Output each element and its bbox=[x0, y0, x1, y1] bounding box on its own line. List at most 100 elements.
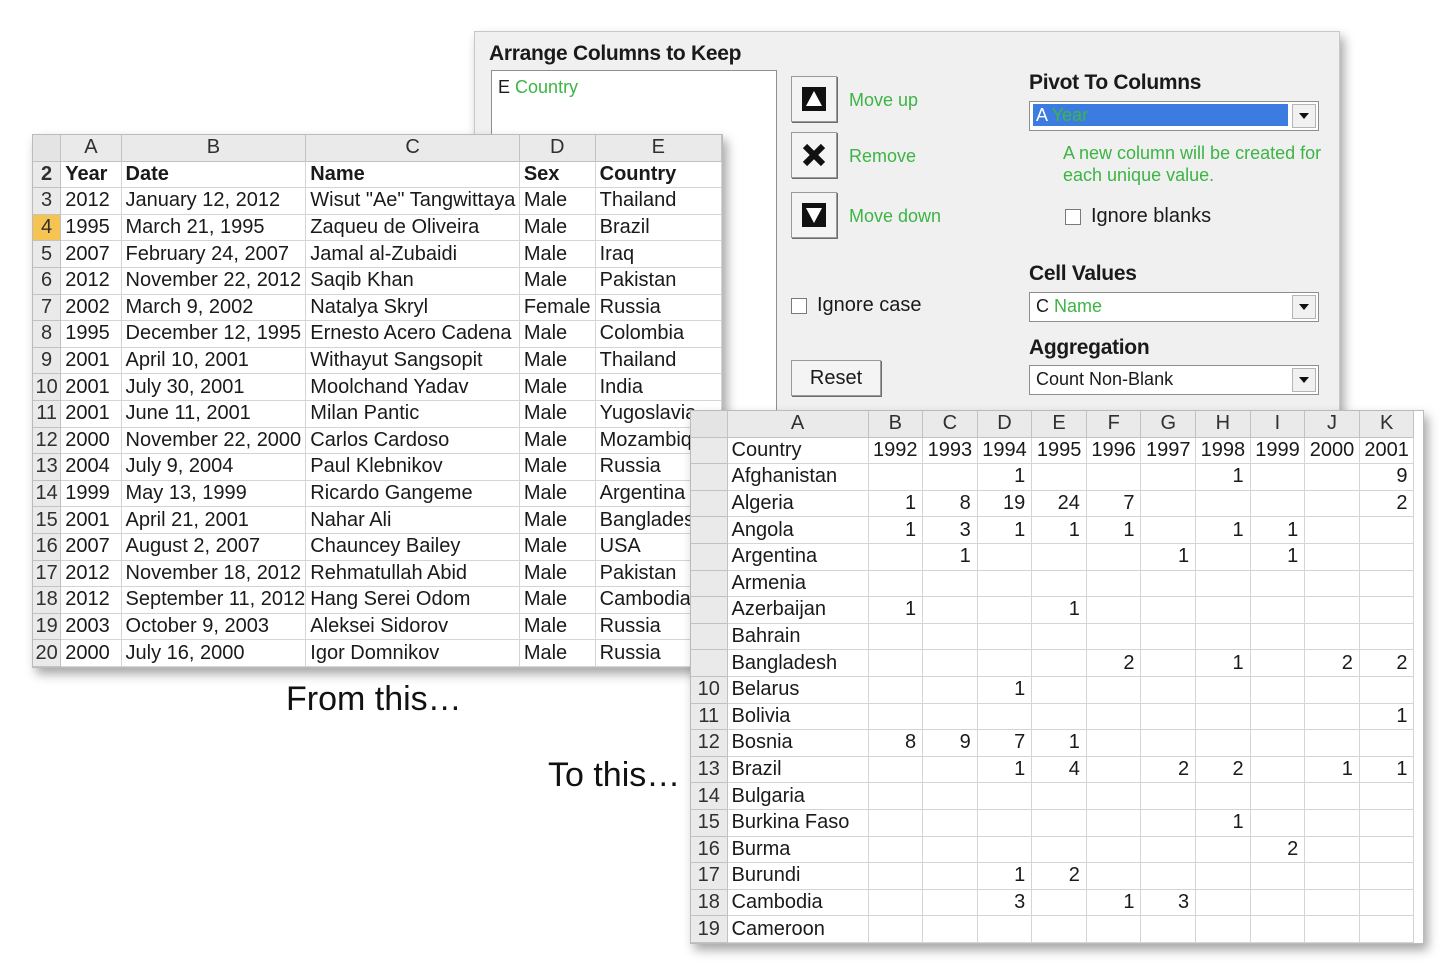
count-cell[interactable] bbox=[868, 676, 924, 704]
row-header[interactable]: 15 bbox=[33, 506, 62, 534]
cell[interactable]: Male bbox=[519, 533, 596, 561]
count-cell[interactable] bbox=[868, 756, 924, 784]
count-cell[interactable] bbox=[1195, 703, 1251, 731]
cell[interactable]: 2004 bbox=[60, 453, 122, 481]
count-cell[interactable]: 2 bbox=[1195, 756, 1251, 784]
count-cell[interactable] bbox=[922, 463, 978, 491]
count-cell[interactable] bbox=[1086, 729, 1142, 757]
count-cell[interactable] bbox=[1359, 596, 1415, 624]
row-header[interactable]: 12 bbox=[33, 427, 62, 455]
count-cell[interactable] bbox=[1140, 862, 1197, 890]
count-cell[interactable] bbox=[1195, 570, 1251, 598]
country-cell[interactable]: Bangladesh bbox=[727, 649, 869, 677]
cell[interactable]: July 9, 2004 bbox=[121, 453, 307, 481]
cell[interactable]: March 21, 1995 bbox=[121, 214, 307, 242]
cell[interactable]: Male bbox=[519, 639, 596, 667]
row-header[interactable]: 13 bbox=[33, 453, 62, 481]
row-header[interactable]: 10 bbox=[691, 676, 728, 704]
column-header[interactable]: H bbox=[1195, 411, 1251, 438]
cell[interactable]: Natalya Skryl bbox=[305, 294, 520, 322]
count-cell[interactable] bbox=[1250, 463, 1306, 491]
count-cell[interactable]: 1 bbox=[1086, 516, 1142, 544]
cell[interactable]: Thailand bbox=[595, 347, 722, 375]
count-cell[interactable] bbox=[1195, 729, 1251, 757]
count-cell[interactable] bbox=[1086, 596, 1142, 624]
row-header[interactable]: 3 bbox=[33, 187, 62, 215]
cell[interactable]: Milan Pantic bbox=[305, 400, 520, 428]
count-cell[interactable] bbox=[1250, 676, 1306, 704]
cell[interactable]: July 30, 2001 bbox=[121, 373, 307, 401]
count-cell[interactable] bbox=[868, 782, 924, 810]
cell[interactable]: Male bbox=[519, 453, 596, 481]
count-cell[interactable] bbox=[1304, 862, 1360, 890]
count-cell[interactable] bbox=[977, 623, 1033, 651]
count-cell[interactable] bbox=[922, 756, 978, 784]
count-cell[interactable] bbox=[1304, 516, 1360, 544]
move-up-button[interactable] bbox=[791, 76, 837, 122]
count-cell[interactable] bbox=[1031, 809, 1087, 837]
country-cell[interactable]: Argentina bbox=[727, 543, 869, 571]
cell[interactable]: Pakistan bbox=[595, 267, 722, 295]
count-cell[interactable] bbox=[1304, 703, 1360, 731]
header-cell[interactable]: Name bbox=[305, 161, 520, 189]
country-cell[interactable]: Bolivia bbox=[727, 703, 869, 731]
row-header[interactable]: 18 bbox=[691, 889, 728, 917]
cell[interactable]: September 11, 2012 bbox=[121, 586, 307, 614]
cell[interactable]: August 2, 2007 bbox=[121, 533, 307, 561]
count-cell[interactable]: 1 bbox=[977, 676, 1033, 704]
move-up-label[interactable]: Move up bbox=[849, 90, 918, 111]
count-cell[interactable] bbox=[1195, 676, 1251, 704]
cell[interactable]: Zaqueu de Oliveira bbox=[305, 214, 520, 242]
chevron-down-icon[interactable] bbox=[1292, 295, 1316, 319]
count-cell[interactable] bbox=[922, 676, 978, 704]
count-cell[interactable] bbox=[1140, 570, 1197, 598]
checkbox-box[interactable] bbox=[791, 297, 807, 314]
count-cell[interactable] bbox=[1086, 623, 1142, 651]
cell[interactable]: November 22, 2000 bbox=[121, 427, 307, 455]
cell[interactable]: Male bbox=[519, 480, 596, 508]
cell[interactable]: 2012 bbox=[60, 586, 122, 614]
count-cell[interactable]: 1 bbox=[1195, 463, 1251, 491]
header-cell[interactable]: Year bbox=[60, 161, 122, 189]
cell[interactable]: Paul Klebnikov bbox=[305, 453, 520, 481]
year-header-cell[interactable]: 1992 bbox=[868, 437, 924, 465]
count-cell[interactable]: 1 bbox=[1031, 729, 1087, 757]
count-cell[interactable] bbox=[1250, 649, 1306, 677]
cell[interactable]: Male bbox=[519, 427, 596, 455]
reset-button[interactable]: Reset bbox=[791, 360, 881, 396]
count-cell[interactable] bbox=[868, 623, 924, 651]
count-cell[interactable] bbox=[1250, 623, 1306, 651]
cell[interactable]: India bbox=[595, 373, 722, 401]
count-cell[interactable] bbox=[1140, 809, 1197, 837]
cell[interactable]: Male bbox=[519, 267, 596, 295]
cell[interactable]: Male bbox=[519, 613, 596, 641]
column-header[interactable]: E bbox=[595, 135, 722, 162]
count-cell[interactable] bbox=[1140, 836, 1197, 864]
count-cell[interactable]: 7 bbox=[977, 729, 1033, 757]
count-cell[interactable] bbox=[1140, 782, 1197, 810]
cell[interactable]: 2001 bbox=[60, 373, 122, 401]
count-cell[interactable] bbox=[1140, 729, 1197, 757]
count-cell[interactable] bbox=[1304, 623, 1360, 651]
count-cell[interactable] bbox=[977, 703, 1033, 731]
count-cell[interactable] bbox=[1304, 836, 1360, 864]
count-cell[interactable] bbox=[1031, 915, 1087, 943]
count-cell[interactable] bbox=[1250, 782, 1306, 810]
count-cell[interactable]: 1 bbox=[977, 756, 1033, 784]
cell[interactable]: April 21, 2001 bbox=[121, 506, 307, 534]
cell[interactable]: Ernesto Acero Cadena bbox=[305, 320, 520, 348]
row-header[interactable]: 10 bbox=[33, 373, 62, 401]
count-cell[interactable] bbox=[1195, 862, 1251, 890]
count-cell[interactable]: 1 bbox=[1250, 516, 1306, 544]
count-cell[interactable] bbox=[1140, 596, 1197, 624]
cell[interactable]: Male bbox=[519, 320, 596, 348]
count-cell[interactable] bbox=[1086, 782, 1142, 810]
cell[interactable]: 1995 bbox=[60, 214, 122, 242]
count-cell[interactable] bbox=[1086, 543, 1142, 571]
year-header-cell[interactable]: 1995 bbox=[1031, 437, 1087, 465]
count-cell[interactable] bbox=[922, 889, 978, 917]
count-cell[interactable] bbox=[1140, 490, 1197, 518]
select-all-corner[interactable] bbox=[691, 411, 728, 438]
row-header[interactable]: 14 bbox=[691, 782, 728, 810]
country-cell[interactable]: Bahrain bbox=[727, 623, 869, 651]
